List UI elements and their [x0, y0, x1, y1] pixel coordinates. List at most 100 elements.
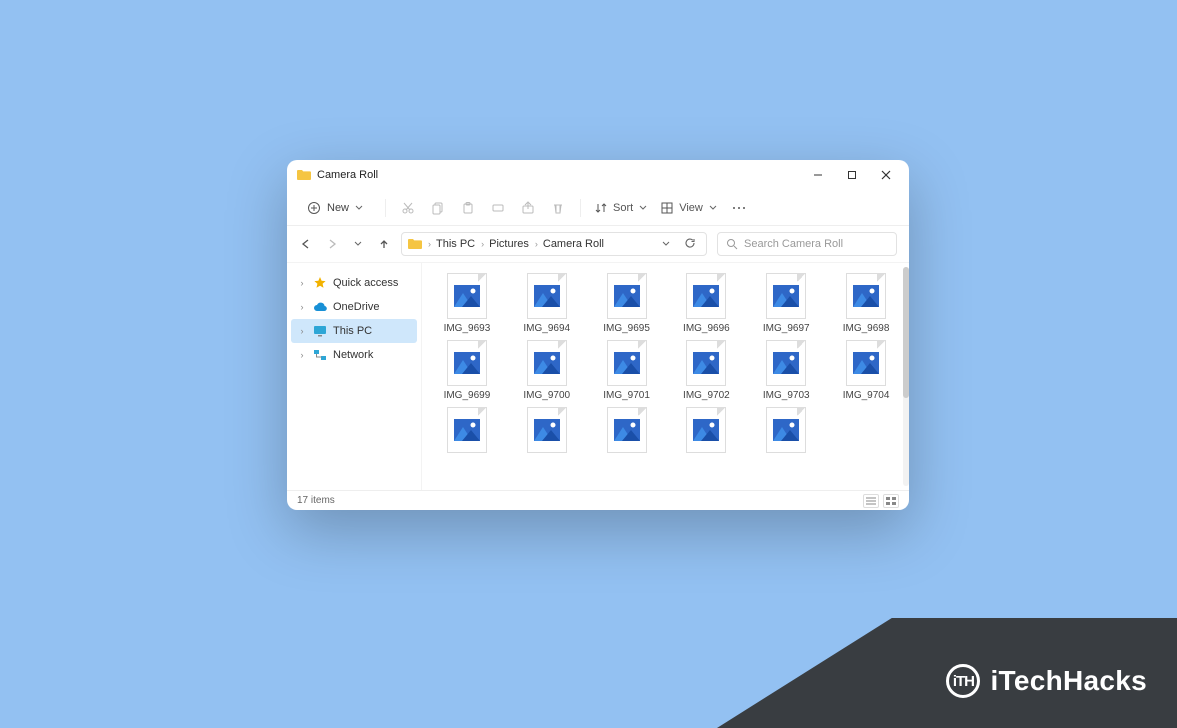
chevron-down-icon: [355, 204, 363, 212]
close-button[interactable]: [869, 162, 903, 188]
monitor-icon: [313, 324, 327, 338]
expand-chevron-icon[interactable]: ›: [297, 278, 307, 288]
cut-icon[interactable]: [400, 200, 416, 216]
chevron-down-icon: [709, 204, 717, 212]
address-dropdown[interactable]: [658, 237, 674, 251]
view-label: View: [679, 202, 703, 214]
address-bar[interactable]: ›This PC ›Pictures ›Camera Roll: [401, 232, 707, 256]
explorer-body: › Quick access › OneDrive › This PC ›Network I…: [287, 262, 909, 490]
folder-icon: [408, 237, 422, 252]
file-grid[interactable]: IMG_9693 IMG_9694 IMG_9695 IMG_9696 IMG_9697…: [422, 263, 903, 490]
file-item[interactable]: IMG_9697: [755, 273, 817, 334]
folder-icon: [297, 168, 311, 183]
sidebar-item-label: OneDrive: [333, 301, 379, 313]
explorer-window: Camera Roll New Sort V: [287, 160, 909, 510]
share-icon[interactable]: [520, 200, 536, 216]
file-name: IMG_9701: [603, 390, 650, 401]
sort-label: Sort: [613, 202, 633, 214]
expand-chevron-icon[interactable]: ›: [297, 326, 307, 336]
star-icon: [313, 276, 327, 290]
image-file-icon: [766, 273, 806, 319]
nav-arrows: [299, 237, 391, 251]
file-name: IMG_9700: [523, 390, 570, 401]
sidebar-item-onedrive[interactable]: › OneDrive: [291, 295, 417, 319]
file-pane: IMG_9693 IMG_9694 IMG_9695 IMG_9696 IMG_9697…: [422, 263, 909, 490]
file-item[interactable]: IMG_9696: [675, 273, 737, 334]
image-file-icon: [607, 340, 647, 386]
new-button[interactable]: New: [299, 197, 371, 219]
toolbar: New Sort View: [287, 190, 909, 226]
scroll-thumb[interactable]: [903, 267, 909, 398]
image-file-icon: [527, 273, 567, 319]
refresh-button[interactable]: [680, 237, 700, 252]
image-file-icon: [527, 407, 567, 453]
file-item[interactable]: IMG_9699: [436, 340, 498, 401]
sidebar-item-quick-access[interactable]: › Quick access: [291, 271, 417, 295]
cloud-icon: [313, 300, 327, 314]
file-item[interactable]: IMG_9704: [835, 340, 897, 401]
view-button[interactable]: View: [661, 202, 717, 214]
file-item[interactable]: IMG_9703: [755, 340, 817, 401]
breadcrumb-segment[interactable]: ›Pictures: [481, 238, 529, 250]
image-file-icon: [686, 407, 726, 453]
nav-row: ›This PC ›Pictures ›Camera Roll Search C…: [287, 226, 909, 262]
scrollbar[interactable]: [903, 267, 909, 486]
image-file-icon: [527, 340, 567, 386]
file-item[interactable]: IMG_9693: [436, 273, 498, 334]
minimize-button[interactable]: [801, 162, 835, 188]
file-item[interactable]: IMG_9702: [675, 340, 737, 401]
watermark-logo: iTH: [946, 664, 980, 698]
paste-icon[interactable]: [460, 200, 476, 216]
clipboard-group: [400, 200, 566, 216]
image-file-icon: [766, 340, 806, 386]
delete-icon[interactable]: [550, 200, 566, 216]
image-file-icon: [607, 273, 647, 319]
expand-chevron-icon[interactable]: ›: [297, 350, 307, 360]
maximize-button[interactable]: [835, 162, 869, 188]
image-file-icon: [607, 407, 647, 453]
expand-chevron-icon[interactable]: ›: [297, 302, 307, 312]
up-button[interactable]: [377, 237, 391, 251]
file-item[interactable]: [516, 407, 578, 453]
file-name: IMG_9702: [683, 390, 730, 401]
file-name: IMG_9697: [763, 323, 810, 334]
recent-dropdown[interactable]: [351, 237, 365, 251]
breadcrumb-segment[interactable]: ›This PC: [428, 238, 475, 250]
breadcrumb-segment[interactable]: ›Camera Roll: [535, 238, 604, 250]
more-icon[interactable]: [731, 200, 747, 216]
file-name: IMG_9704: [843, 390, 890, 401]
file-item[interactable]: [436, 407, 498, 453]
copy-icon[interactable]: [430, 200, 446, 216]
rename-icon[interactable]: [490, 200, 506, 216]
watermark-banner: iTH iTechHacks: [717, 618, 1177, 728]
file-item[interactable]: IMG_9694: [516, 273, 578, 334]
item-count: 17 items: [297, 495, 335, 506]
image-file-icon: [447, 407, 487, 453]
search-box[interactable]: Search Camera Roll: [717, 232, 897, 256]
file-item[interactable]: IMG_9701: [596, 340, 658, 401]
separator: [385, 199, 386, 217]
status-bar: 17 items: [287, 490, 909, 510]
file-name: IMG_9693: [444, 323, 491, 334]
sidebar-item-label: Quick access: [333, 277, 398, 289]
network-icon: [313, 348, 327, 362]
sort-button[interactable]: Sort: [595, 202, 647, 214]
file-item[interactable]: [596, 407, 658, 453]
search-icon: [726, 238, 738, 250]
image-file-icon: [686, 340, 726, 386]
watermark-text: iTechHacks: [990, 665, 1147, 697]
file-item[interactable]: IMG_9700: [516, 340, 578, 401]
file-item[interactable]: [755, 407, 817, 453]
sidebar-item-network[interactable]: ›Network: [291, 343, 417, 367]
forward-button[interactable]: [325, 237, 339, 251]
file-item[interactable]: IMG_9695: [596, 273, 658, 334]
sidebar-item-this-pc[interactable]: › This PC: [291, 319, 417, 343]
chevron-down-icon: [639, 204, 647, 212]
back-button[interactable]: [299, 237, 313, 251]
separator: [580, 199, 581, 217]
thumbnails-view-button[interactable]: [883, 494, 899, 508]
file-item[interactable]: IMG_9698: [835, 273, 897, 334]
details-view-button[interactable]: [863, 494, 879, 508]
sidebar-item-label: This PC: [333, 325, 372, 337]
file-item[interactable]: [675, 407, 737, 453]
